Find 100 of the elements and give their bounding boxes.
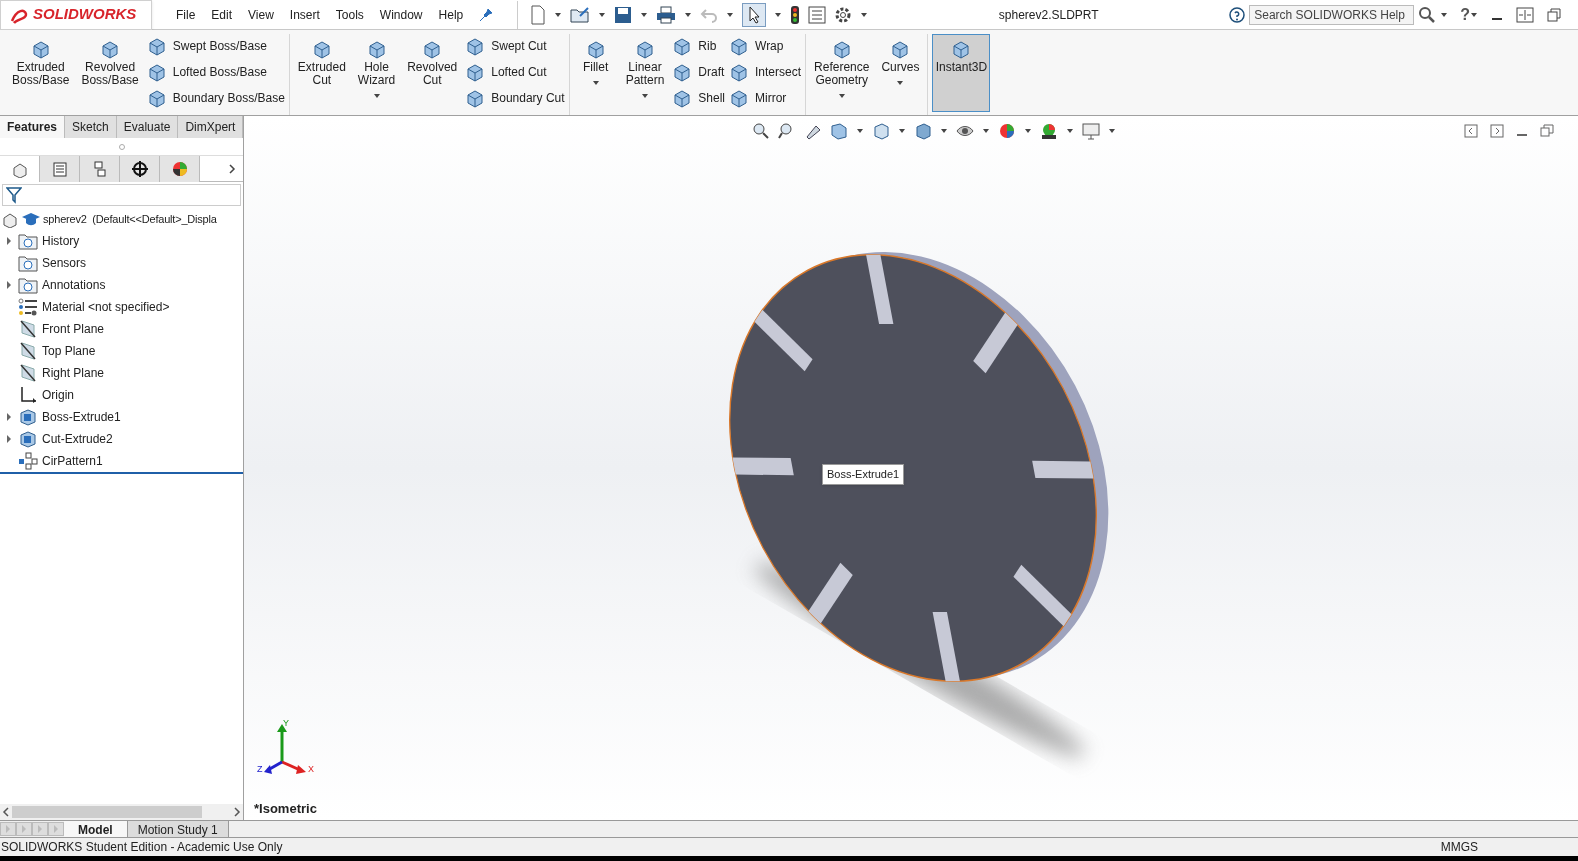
tree-item[interactable]: Boss-Extrude1 bbox=[42, 408, 121, 426]
caret-icon[interactable] bbox=[726, 11, 735, 18]
help-search-field[interactable]: Search SOLIDWORKS Help bbox=[1249, 4, 1415, 25]
menu-item[interactable]: Tools bbox=[327, 2, 372, 27]
caret-icon[interactable] bbox=[982, 128, 990, 134]
caret-icon[interactable] bbox=[591, 80, 600, 86]
ribbon-button[interactable]: Revolved Boss/Base bbox=[77, 34, 143, 112]
caret-icon[interactable] bbox=[1024, 128, 1032, 134]
caret-icon[interactable] bbox=[554, 11, 563, 18]
cube-icon[interactable] bbox=[146, 36, 167, 56]
splitter-handle-icon[interactable] bbox=[118, 143, 125, 150]
color-ball-icon[interactable] bbox=[998, 122, 1016, 140]
menu-item[interactable]: Insert bbox=[281, 2, 328, 27]
ribbon-button[interactable]: Mirror bbox=[729, 88, 802, 108]
tree-item[interactable]: Origin bbox=[42, 386, 74, 404]
scrollbar-thumb[interactable] bbox=[12, 806, 202, 818]
cube-icon[interactable] bbox=[890, 39, 911, 59]
cube-icon[interactable] bbox=[672, 62, 693, 82]
ribbon-button[interactable]: Revolved Cut bbox=[403, 34, 462, 112]
caret-icon[interactable] bbox=[684, 11, 693, 18]
cube-icon[interactable] bbox=[729, 88, 749, 108]
caret-icon[interactable] bbox=[640, 11, 649, 18]
cube-icon[interactable] bbox=[872, 122, 890, 140]
panel-left-icon[interactable] bbox=[1464, 124, 1478, 138]
caret-icon[interactable] bbox=[856, 128, 864, 134]
cube-icon[interactable] bbox=[422, 39, 443, 59]
chevron-right-icon[interactable] bbox=[227, 162, 237, 175]
caret-icon[interactable] bbox=[860, 11, 869, 18]
menu-item[interactable]: View bbox=[240, 2, 282, 27]
expand-arrow-icon[interactable] bbox=[4, 280, 14, 290]
section-cube-icon[interactable] bbox=[830, 122, 848, 140]
ribbon-button[interactable]: Reference Geometry bbox=[810, 34, 874, 112]
panel-tab[interactable] bbox=[160, 155, 200, 182]
ribbon-button[interactable]: Lofted Cut bbox=[465, 62, 565, 82]
command-tab[interactable]: Sketch bbox=[65, 116, 117, 138]
caret-icon[interactable] bbox=[640, 93, 649, 99]
caret-icon[interactable] bbox=[1440, 11, 1449, 18]
filter-field[interactable] bbox=[2, 184, 241, 206]
caret-icon[interactable] bbox=[837, 93, 846, 99]
ribbon-button[interactable]: Draft bbox=[672, 62, 725, 82]
cube-icon[interactable] bbox=[729, 36, 749, 56]
caret-icon[interactable] bbox=[898, 128, 906, 134]
scroll-right-icon[interactable] bbox=[231, 806, 243, 818]
caret-icon[interactable] bbox=[1470, 11, 1478, 18]
cube-icon[interactable] bbox=[585, 39, 606, 59]
tree-item[interactable]: Annotations bbox=[42, 276, 106, 294]
ribbon-button[interactable]: Instant3D bbox=[932, 34, 991, 112]
traffic-light-icon[interactable] bbox=[790, 4, 801, 25]
menu-item[interactable]: Help bbox=[430, 2, 472, 27]
panel-tab[interactable] bbox=[120, 155, 160, 182]
restore-icon[interactable] bbox=[1540, 124, 1554, 138]
ribbon-button[interactable]: Lofted Boss/Base bbox=[146, 62, 285, 82]
printer-icon[interactable] bbox=[656, 5, 677, 24]
tree-item[interactable]: Front Plane bbox=[42, 320, 105, 338]
cube-icon[interactable] bbox=[831, 39, 852, 59]
ribbon-button[interactable]: Boundary Boss/Base bbox=[146, 88, 285, 108]
caret-icon[interactable] bbox=[1108, 128, 1116, 134]
cube-icon[interactable] bbox=[311, 39, 332, 59]
expand-arrow-icon[interactable] bbox=[4, 236, 14, 246]
cube-icon[interactable] bbox=[634, 39, 655, 59]
magnifier-icon[interactable] bbox=[752, 122, 770, 140]
command-tab[interactable]: DimXpert bbox=[178, 116, 244, 138]
tree-item[interactable]: Right Plane bbox=[42, 364, 105, 382]
ribbon-button[interactable]: Extruded Cut bbox=[293, 34, 350, 112]
help-button[interactable]: ? bbox=[1460, 2, 1470, 27]
units-indicator[interactable]: MMGS bbox=[1440, 838, 1478, 856]
ribbon-button[interactable]: Hole Wizard bbox=[353, 34, 400, 112]
cube-icon[interactable] bbox=[146, 62, 167, 82]
menu-item[interactable]: Window bbox=[371, 2, 431, 27]
caret-icon[interactable] bbox=[940, 128, 948, 134]
ribbon-button[interactable]: Rib bbox=[672, 36, 725, 56]
ribbon-button[interactable]: Fillet bbox=[573, 34, 618, 112]
cube-icon[interactable] bbox=[146, 88, 167, 108]
cube-icon[interactable] bbox=[465, 36, 486, 56]
menu-item[interactable]: File bbox=[168, 2, 204, 27]
caret-icon[interactable] bbox=[372, 93, 381, 99]
folder-icon[interactable] bbox=[570, 5, 591, 24]
restore-icon[interactable] bbox=[1546, 6, 1562, 23]
tree-item[interactable]: Sensors bbox=[42, 254, 87, 272]
tree-item[interactable]: CirPattern1 bbox=[42, 452, 103, 470]
ribbon-button[interactable]: Intersect bbox=[729, 62, 802, 82]
ribbon-button[interactable]: Linear Pattern bbox=[621, 34, 669, 112]
ribbon-button[interactable]: Swept Cut bbox=[465, 36, 565, 56]
tree-item[interactable]: spherev2 (Default<<Default>_Displa bbox=[43, 210, 217, 228]
cube-icon[interactable] bbox=[729, 62, 749, 82]
panel-right-icon[interactable] bbox=[1490, 124, 1504, 138]
expand-arrow-icon[interactable] bbox=[4, 434, 14, 444]
cube-icon[interactable] bbox=[366, 39, 387, 59]
cube-icon[interactable] bbox=[465, 88, 486, 108]
tile-icon[interactable] bbox=[1516, 6, 1534, 23]
cube-icon[interactable] bbox=[100, 39, 121, 59]
pin-icon[interactable] bbox=[479, 7, 494, 22]
menu-item[interactable]: Edit bbox=[203, 2, 241, 27]
cube-icon[interactable] bbox=[672, 36, 693, 56]
ribbon-button[interactable]: Curves bbox=[877, 34, 924, 112]
caret-icon[interactable] bbox=[598, 11, 607, 18]
graphics-area[interactable]: Boss-Extrude1 Y Z X *Isometric bbox=[244, 116, 1578, 820]
tree-item[interactable]: Cut-Extrude2 bbox=[42, 430, 113, 448]
scroll-left-icon[interactable] bbox=[0, 806, 12, 818]
monitor-icon[interactable] bbox=[1082, 122, 1100, 140]
